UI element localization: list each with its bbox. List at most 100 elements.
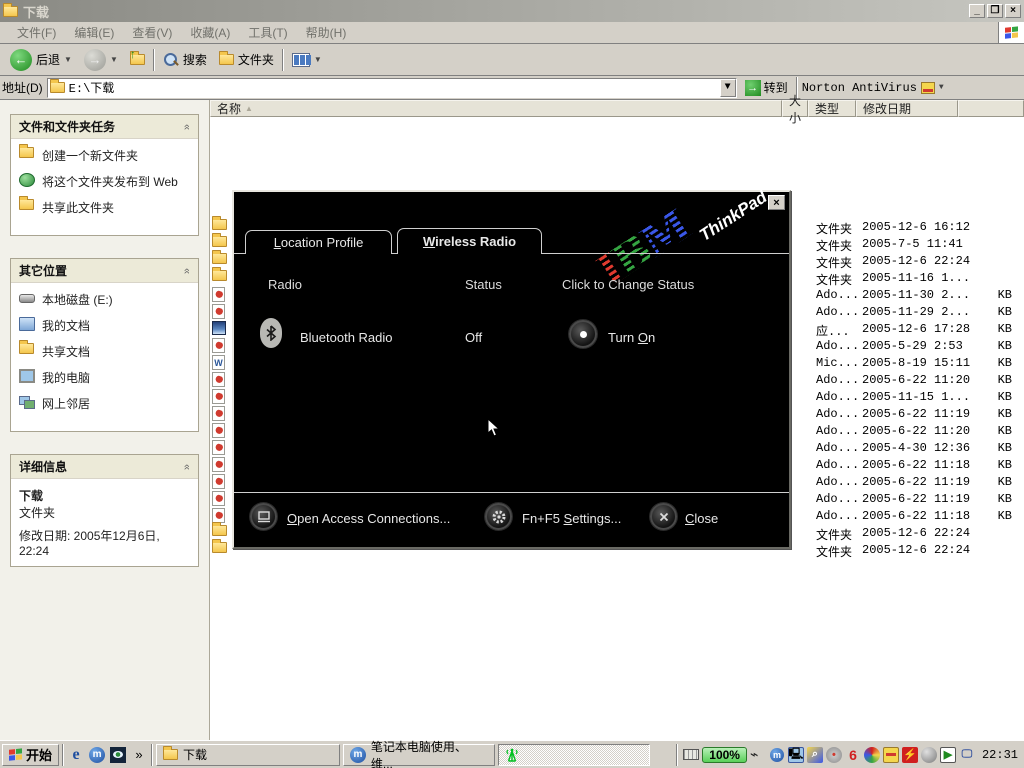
sidebar-item-my-documents[interactable]: 我的文档	[19, 317, 192, 334]
menu-edit[interactable]: 编辑(E)	[65, 21, 123, 44]
turn-on-button[interactable]	[569, 320, 597, 348]
dialog-separator	[234, 492, 789, 493]
menu-tools[interactable]: 工具(T)	[239, 21, 296, 44]
up-button[interactable]: ↑	[126, 52, 149, 67]
column-header-name[interactable]: 名称▲	[210, 100, 782, 117]
details-modified-time: 22:24	[19, 544, 190, 558]
task-label: 共享此文件夹	[42, 199, 114, 216]
battery-indicator[interactable]: 100%	[702, 747, 747, 763]
sidebar-item-network-places[interactable]: 网上邻居	[19, 395, 192, 412]
taskbar-separator	[676, 744, 678, 766]
tab-wireless-radio[interactable]: Wireless Radio	[397, 228, 542, 254]
place-label: 共享文档	[42, 343, 90, 360]
back-dropdown-icon[interactable]: ▼	[64, 55, 72, 64]
restore-button[interactable]: ❐	[987, 4, 1003, 18]
ie-icon[interactable]: e	[67, 746, 85, 764]
tab-location-profile[interactable]: Location Profile	[245, 230, 392, 254]
bluetooth-icon	[260, 318, 282, 348]
menu-file[interactable]: 文件(F)	[8, 21, 65, 44]
search-magnifier-icon[interactable]: ⌕	[807, 747, 823, 763]
other-places-panel: 其它位置 » 本地磁盘 (E:) 我的文档 共享文档 我的电脑 网上邻居	[10, 258, 199, 432]
norton-antivirus-button[interactable]: Norton AntiVirus ▼	[802, 81, 944, 95]
task-button-wireless-radio[interactable]	[498, 744, 650, 766]
fn-f5-settings-button[interactable]	[485, 503, 512, 530]
forward-icon: →	[84, 49, 106, 71]
address-dropdown-button[interactable]: ▼	[720, 79, 736, 97]
column-header-date[interactable]: 修改日期	[856, 100, 958, 117]
sidebar-item-share-folder[interactable]: 共享此文件夹	[19, 199, 192, 216]
back-button[interactable]: ← 后退 ▼	[6, 47, 76, 73]
address-folder-icon	[50, 82, 65, 93]
sound-card-icon[interactable]	[883, 747, 899, 763]
keyboard-icon[interactable]	[683, 749, 699, 760]
menu-favorites[interactable]: 收藏(A)	[181, 21, 239, 44]
overflow-chevron[interactable]: »	[130, 746, 148, 764]
file-tasks-header[interactable]: 文件和文件夹任务 »	[11, 115, 198, 139]
red-lightning-icon[interactable]: ⚡	[902, 747, 918, 763]
sidebar-item-shared-documents[interactable]: 共享文档	[19, 343, 192, 360]
forward-dropdown-icon[interactable]: ▼	[110, 55, 118, 64]
dialog-footer-close-button[interactable]	[650, 503, 677, 530]
close-button[interactable]: ×	[1005, 4, 1021, 18]
word-file-icon: W	[212, 355, 225, 370]
sidebar-item-new-folder[interactable]: 创建一个新文件夹	[19, 147, 192, 164]
pdf-file-icon	[212, 406, 225, 421]
maxthon-task-icon: m	[350, 747, 366, 763]
maxthon-icon[interactable]: m	[88, 746, 106, 764]
sidebar-item-my-computer[interactable]: 我的电脑	[19, 369, 192, 386]
open-access-connections-button[interactable]	[250, 503, 277, 530]
go-button[interactable]: → 转到	[741, 78, 792, 97]
sidebar-item-publish-web[interactable]: 将这个文件夹发布到 Web	[19, 173, 192, 190]
address-input[interactable]: E:\下载 ▼	[47, 78, 737, 98]
collapse-chevron-icon[interactable]: »	[181, 463, 193, 469]
turn-on-label[interactable]: Turn On	[608, 330, 655, 345]
offline-globe-icon[interactable]: •	[826, 747, 842, 763]
change-status-column-header: Click to Change Status	[562, 277, 694, 292]
column-header-type[interactable]: 类型	[808, 100, 856, 117]
task-button-downloads[interactable]: 下载	[156, 744, 340, 766]
gray-sphere-icon[interactable]	[921, 747, 937, 763]
address-label: 地址(D)	[2, 79, 43, 96]
views-button[interactable]: ▼	[288, 51, 326, 69]
other-places-header[interactable]: 其它位置 »	[11, 259, 198, 283]
color-wheel-icon[interactable]	[864, 747, 880, 763]
network-computers-icon[interactable]: 🖳	[788, 747, 804, 763]
share-folder-icon	[19, 199, 34, 210]
search-icon	[163, 52, 179, 68]
red-six-icon[interactable]: 6	[845, 747, 861, 763]
power-plug-icon[interactable]	[750, 750, 766, 760]
task-button-notebook-doc[interactable]: m 笔记本电脑使用、维...	[343, 744, 495, 766]
norton-dropdown-icon[interactable]: ▼	[939, 83, 944, 92]
place-label: 我的电脑	[42, 369, 90, 386]
minimize-button[interactable]: _	[969, 4, 985, 18]
details-header[interactable]: 详细信息 »	[11, 455, 198, 479]
network-connection-icon[interactable]: 🖵	[959, 747, 975, 763]
fn-f5-settings-label[interactable]: Fn+F5 Settings...	[522, 511, 621, 526]
menu-help[interactable]: 帮助(H)	[297, 21, 356, 44]
collapse-chevron-icon[interactable]: »	[181, 123, 193, 129]
forward-button[interactable]: → ▼	[80, 47, 122, 73]
address-value: E:\下载	[69, 79, 115, 96]
menu-view[interactable]: 查看(V)	[123, 21, 181, 44]
column-header-size[interactable]: 大小	[782, 100, 808, 117]
folders-label: 文件夹	[238, 51, 274, 68]
collapse-chevron-icon[interactable]: »	[181, 267, 193, 273]
sidebar-item-local-disk[interactable]: 本地磁盘 (E:)	[19, 291, 192, 308]
folders-button[interactable]: 文件夹	[215, 49, 278, 70]
start-button[interactable]: 开始	[2, 744, 59, 766]
search-button[interactable]: 搜索	[159, 49, 211, 70]
pdf-file-icon	[212, 457, 225, 472]
monitor-play-icon[interactable]: ▶	[940, 747, 956, 763]
open-access-connections-label[interactable]: Open Access Connections...	[287, 511, 450, 526]
maxthon-tray-icon[interactable]: m	[769, 747, 785, 763]
views-icon	[292, 53, 310, 67]
pdf-file-icon	[212, 338, 225, 353]
eye-viewer-icon[interactable]	[109, 746, 127, 764]
pdf-file-icon	[212, 508, 225, 523]
bluetooth-status: Off	[465, 330, 482, 345]
other-places-title: 其它位置	[19, 262, 67, 279]
taskbar-clock[interactable]: 22:31	[982, 748, 1018, 762]
details-panel: 详细信息 » 下载 文件夹 修改日期: 2005年12月6日, 22:24	[10, 454, 199, 567]
dialog-footer-close-label[interactable]: Close	[685, 511, 718, 526]
views-dropdown-icon[interactable]: ▼	[314, 55, 322, 64]
